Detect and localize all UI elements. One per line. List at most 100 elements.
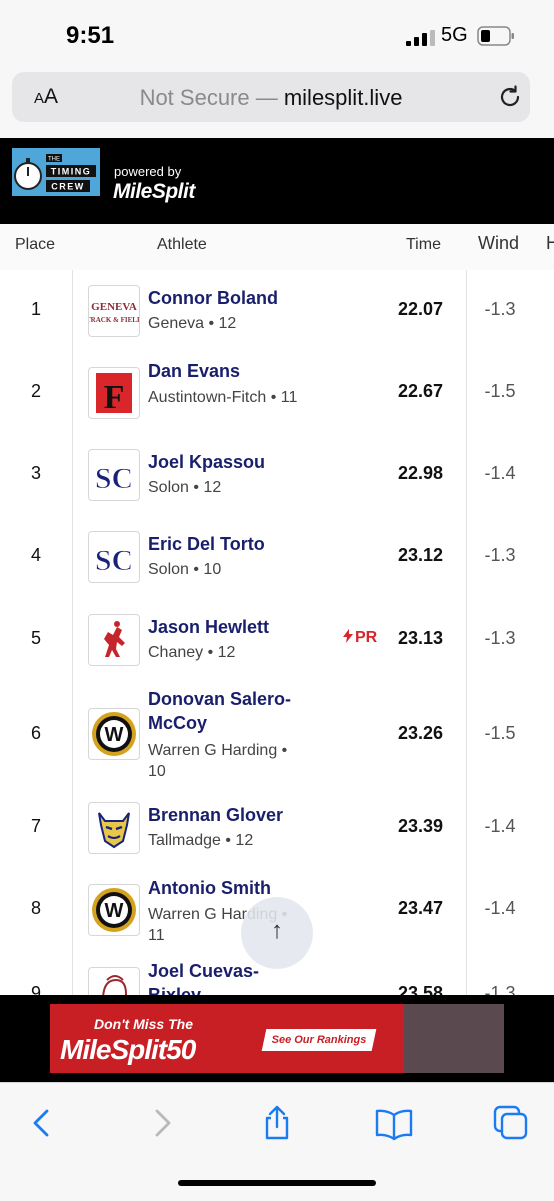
athlete-team: Solon • 12: [148, 479, 222, 496]
reload-icon[interactable]: [496, 83, 524, 111]
table-row[interactable]: 2 F Dan Evans Austintown-Fitch • 11 22.6…: [0, 352, 554, 435]
svg-text:SC: SC: [95, 544, 133, 577]
austintown-fitch-team-logo[interactable]: F: [88, 367, 140, 419]
athlete-name[interactable]: Brennan Glover: [148, 803, 308, 827]
time-cell: 23.26: [397, 723, 443, 743]
column-next[interactable]: H: [546, 233, 554, 254]
battery-icon: [477, 26, 514, 46]
athlete-name[interactable]: Antonio Smith: [148, 876, 308, 900]
svg-text:W: W: [105, 900, 124, 922]
bookmarks-icon[interactable]: [374, 1103, 414, 1143]
wind-cell: -1.5: [484, 723, 516, 743]
see-rankings-button[interactable]: See Our Rankings: [261, 1029, 377, 1051]
column-time[interactable]: Time: [406, 236, 441, 254]
back-icon[interactable]: [22, 1103, 62, 1143]
place-cell: 4: [30, 545, 41, 565]
milesplit-logo[interactable]: MileSplit: [113, 180, 195, 204]
wind-cell: -1.4: [484, 898, 516, 918]
lightning-icon: [343, 629, 353, 643]
place-cell: 6: [30, 723, 41, 743]
wind-cell: -1.3: [484, 628, 516, 648]
personal-record-badge: PR: [343, 629, 377, 647]
athlete-name[interactable]: Donovan Salero-McCoy: [148, 687, 308, 735]
address-bar[interactable]: AA Not Secure — milesplit.live: [12, 72, 530, 122]
place-cell: 7: [30, 816, 41, 836]
time-cell: 23.12: [397, 545, 443, 565]
time-cell: 22.98: [397, 463, 443, 483]
svg-text:THE: THE: [48, 157, 60, 163]
athlete-team: Austintown-Fitch • 11: [148, 389, 298, 406]
table-row[interactable]: 7 Brennan Glover Tallmadge • 12 23.39 -1…: [0, 787, 554, 870]
time-cell: 23.47: [397, 898, 443, 918]
svg-text:SC: SC: [95, 462, 133, 495]
blue-devil-team-logo[interactable]: [88, 802, 140, 854]
url-domain: milesplit.live: [283, 85, 403, 110]
url-display[interactable]: Not Secure — milesplit.live: [12, 85, 530, 111]
time-cell: 23.39: [397, 816, 443, 836]
ad-banner-area: Don't Miss The MileSplit50 See Our Ranki…: [0, 995, 554, 1082]
ad-headline: Don't Miss The: [94, 1016, 193, 1032]
tabs-icon[interactable]: [491, 1103, 531, 1143]
status-time: 9:51: [66, 22, 115, 49]
results-table-body: 1 GENEVA TRACK & FIELD Connor Boland Gen…: [0, 270, 554, 995]
place-cell: 9: [30, 983, 41, 995]
athlete-team: Chaney • 12: [148, 644, 236, 661]
athlete-name[interactable]: Eric Del Torto: [148, 532, 308, 556]
athlete-team: Warren G Harding • 10: [148, 742, 288, 780]
time-cell: 22.67: [397, 381, 443, 401]
cowboy-bronco-team-logo[interactable]: [88, 614, 140, 666]
place-cell: 5: [30, 628, 41, 648]
solon-team-logo[interactable]: SC: [88, 449, 140, 501]
geneva-team-logo[interactable]: GENEVA TRACK & FIELD: [88, 285, 140, 337]
column-place[interactable]: Place: [15, 236, 55, 254]
svg-text:W: W: [105, 724, 124, 746]
place-cell: 8: [30, 898, 41, 918]
timing-crew-logo[interactable]: THE TIMING CREW: [12, 148, 100, 196]
place-cell: 3: [30, 463, 41, 483]
table-row[interactable]: 5 Jason Hewlett Chaney • 12 PR 23.13 -1.…: [0, 599, 554, 682]
athlete-name[interactable]: Dan Evans: [148, 359, 308, 383]
wind-cell: -1.3: [484, 545, 516, 565]
athlete-name[interactable]: Connor Boland: [148, 286, 308, 310]
milesplit50-ad[interactable]: Don't Miss The MileSplit50 See Our Ranki…: [50, 1004, 504, 1073]
solon-team-logo[interactable]: SC: [88, 531, 140, 583]
wind-cell: -1.3: [484, 983, 516, 995]
time-cell: 23.58: [397, 983, 443, 995]
time-cell: 23.13: [397, 628, 443, 648]
warren-harding-team-logo[interactable]: W: [88, 884, 140, 936]
wind-cell: -1.3: [484, 299, 516, 319]
browser-address-area: AA Not Secure — milesplit.live: [0, 60, 554, 139]
table-row[interactable]: 6 W Donovan Salero-McCoy Warren G Hardin…: [0, 681, 554, 788]
arrow-up-icon: ↑: [271, 917, 283, 944]
forward-icon[interactable]: [142, 1103, 182, 1143]
svg-text:GENEVA: GENEVA: [91, 301, 137, 313]
spartan-helmet-team-logo[interactable]: [88, 967, 140, 995]
runner-photo: [404, 1004, 504, 1073]
athlete-name[interactable]: Joel Kpassou: [148, 450, 308, 474]
scroll-to-top-button[interactable]: ↑: [241, 897, 313, 969]
svg-text:TRACK & FIELD: TRACK & FIELD: [88, 316, 140, 324]
place-cell: 2: [30, 381, 41, 401]
ad-brand: MileSplit50: [60, 1034, 196, 1065]
column-athlete[interactable]: Athlete: [157, 236, 207, 254]
place-cell: 1: [30, 299, 41, 319]
cellular-signal-icon: [406, 30, 435, 46]
wind-cell: -1.5: [484, 381, 516, 401]
wind-cell: -1.4: [484, 816, 516, 836]
table-row[interactable]: 3 SC Joel Kpassou Solon • 12 22.98 -1.4: [0, 434, 554, 517]
warren-harding-team-logo[interactable]: W: [88, 708, 140, 760]
security-warning: Not Secure —: [139, 85, 284, 110]
site-header: THE TIMING CREW powered by MileSplit: [0, 138, 554, 224]
wind-cell: -1.4: [484, 463, 516, 483]
table-row[interactable]: 1 GENEVA TRACK & FIELD Connor Boland Gen…: [0, 270, 554, 353]
svg-text:CREW: CREW: [51, 182, 85, 192]
table-row[interactable]: 4 SC Eric Del Torto Solon • 10 23.12 -1.…: [0, 516, 554, 600]
svg-text:F: F: [104, 379, 125, 416]
home-indicator[interactable]: [178, 1180, 376, 1186]
network-type: 5G: [441, 24, 468, 46]
share-icon[interactable]: [257, 1103, 297, 1143]
column-wind[interactable]: Wind: [478, 233, 519, 254]
svg-text:TIMING: TIMING: [51, 167, 92, 177]
results-table-header: Place Athlete Time Wind H: [0, 224, 554, 271]
athlete-name[interactable]: Jason Hewlett: [148, 615, 308, 639]
